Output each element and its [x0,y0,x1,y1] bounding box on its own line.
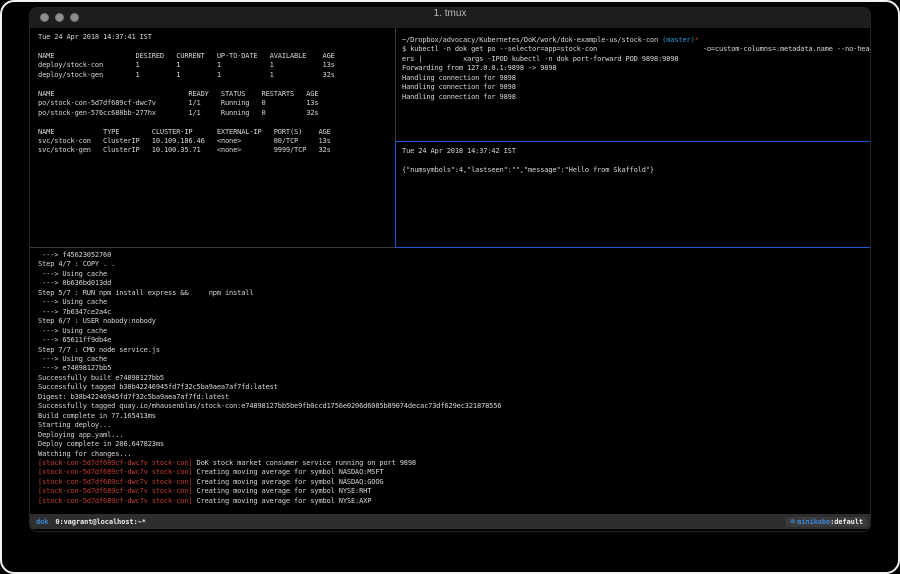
tmux-window-label[interactable]: 0:vagrant@localhost:~* [55,518,146,526]
terminal-window: 1. tmux Tue 24 Apr 2018 14:37:41 IST NAM… [30,8,870,531]
pod-log-prefix: [stock-con-5d7df689cf-dwc7v stock-con] [38,459,192,467]
shell-prompt-line: ~/Dropbox/advocacy/Kubernetes/DoK/work/d… [402,36,870,45]
pane-curl-output[interactable]: Tue 24 Apr 2018 14:37:42 IST {"numsymbol… [396,142,870,247]
pod-log-prefix: [stock-con-5d7df689cf-dwc7v stock-con] [38,497,192,505]
kube-context: minikube [797,518,830,526]
close-button-icon[interactable] [40,13,49,22]
pod-log-message: Creating moving average for symbol NYSE:… [192,497,371,505]
pod-log-message: Creating moving average for symbol NASDA… [192,468,383,476]
git-dirty-indicator: * [695,36,699,44]
port-forward-output: $ kubectl -n dok get po --selector=app=s… [402,45,870,102]
tmux-status-bar: dok 0:vagrant@localhost:~* ☸ minikube :d… [30,514,870,529]
git-branch: (master) [662,36,695,44]
tmux-session-name: dok [33,518,51,526]
kubernetes-wheel-icon: ☸ [790,518,795,526]
kubectl-watch-output: Tue 24 Apr 2018 14:37:41 IST NAME DESIRE… [38,33,395,156]
pane-skaffold[interactable]: ---> f45623052760 Step 4/7 : COPY . . --… [30,248,870,514]
tmux-status-right: ☸ minikube :default [786,517,867,527]
kube-namespace: :default [830,518,863,526]
pod-log-lines: [stock-con-5d7df689cf-dwc7v stock-con] D… [38,459,870,506]
pane-port-forward[interactable]: ~/Dropbox/advocacy/Kubernetes/DoK/work/d… [396,28,870,141]
pod-log-message: Creating moving average for symbol NASDA… [192,478,383,486]
cwd-path: ~/Dropbox/advocacy/Kubernetes/DoK/work/d… [402,36,662,44]
window-title: 1. tmux [30,8,870,19]
skaffold-build-output: ---> f45623052760 Step 4/7 : COPY . . --… [38,251,870,459]
zoom-button-icon[interactable] [70,13,79,22]
traffic-lights [40,13,79,22]
window-titlebar[interactable]: 1. tmux [30,8,870,28]
minimize-button-icon[interactable] [55,13,64,22]
pod-log-prefix: [stock-con-5d7df689cf-dwc7v stock-con] [38,487,192,495]
pod-log-prefix: [stock-con-5d7df689cf-dwc7v stock-con] [38,478,192,486]
pod-log-line: [stock-con-5d7df689cf-dwc7v stock-con] C… [38,497,870,506]
pod-log-prefix: [stock-con-5d7df689cf-dwc7v stock-con] [38,468,192,476]
pod-log-line: [stock-con-5d7df689cf-dwc7v stock-con] C… [38,487,870,496]
tmux-terminal: Tue 24 Apr 2018 14:37:41 IST NAME DESIRE… [30,28,870,514]
curl-json-output: Tue 24 Apr 2018 14:37:42 IST {"numsymbol… [402,147,870,175]
pod-log-message: DoK stock market consumer service runnin… [192,459,416,467]
pod-log-message: Creating moving average for symbol NYSE:… [192,487,371,495]
pod-log-line: [stock-con-5d7df689cf-dwc7v stock-con] C… [38,468,870,477]
pod-log-line: [stock-con-5d7df689cf-dwc7v stock-con] C… [38,478,870,487]
pod-log-line: [stock-con-5d7df689cf-dwc7v stock-con] D… [38,459,870,468]
pane-kubectl-watch[interactable]: Tue 24 Apr 2018 14:37:41 IST NAME DESIRE… [30,28,395,247]
